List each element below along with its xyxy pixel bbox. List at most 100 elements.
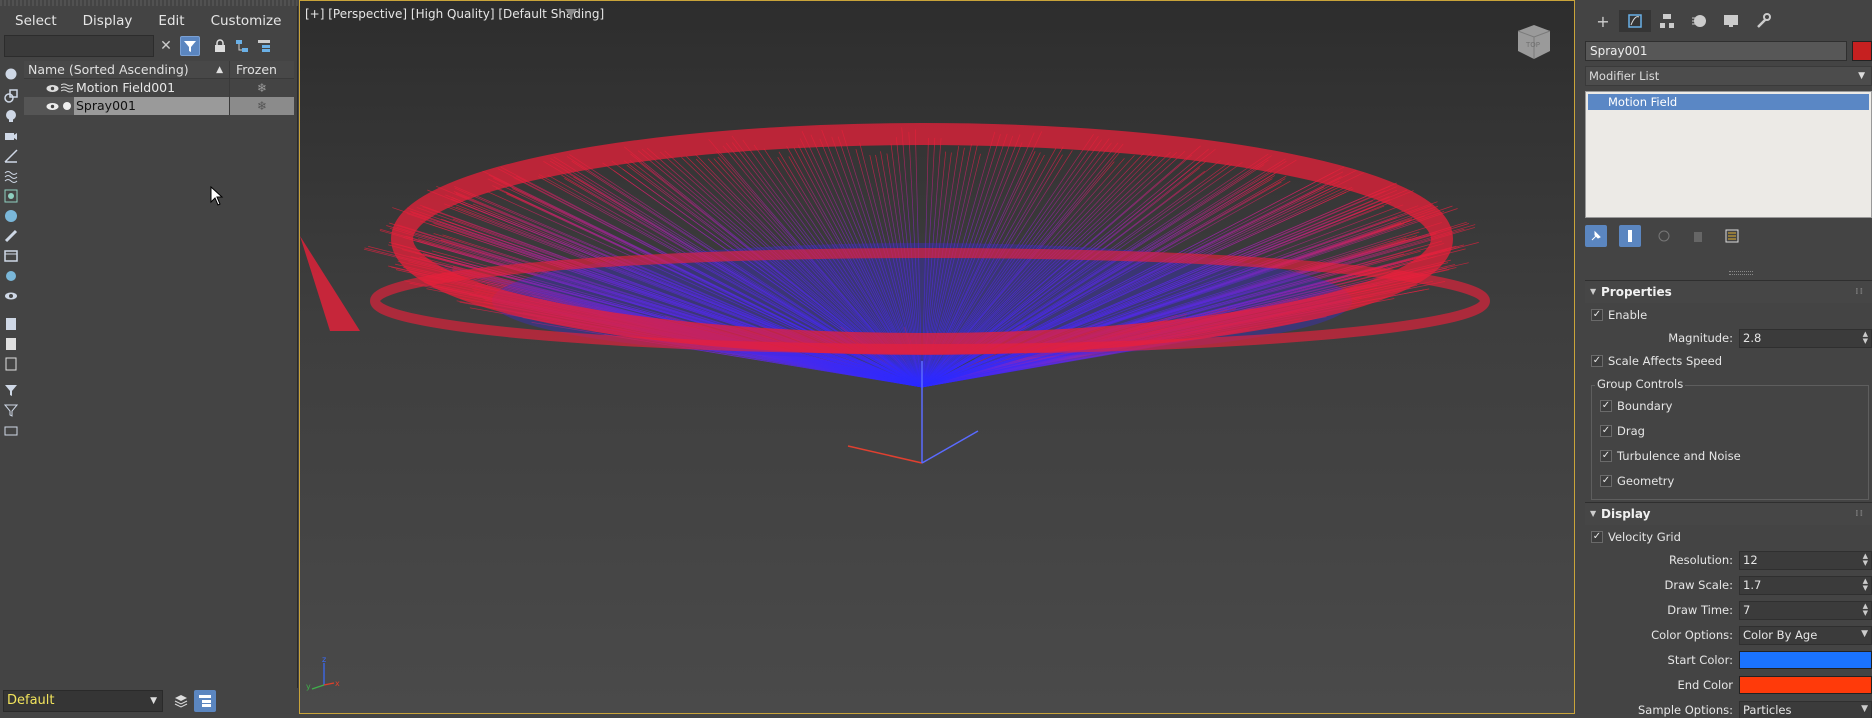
enable-checkbox[interactable]: ✓ Enable [1591,307,1647,323]
pin-stack-icon[interactable] [1585,225,1607,247]
hierarchy-mode-icon[interactable] [194,690,216,712]
svg-text:y: y [306,682,311,691]
utilities-tab-icon[interactable] [1747,10,1779,32]
scale-affects-speed-checkbox[interactable]: ✓ Scale Affects Speed [1591,353,1722,369]
make-unique-icon [1653,225,1675,247]
filter-icon[interactable] [180,36,200,56]
svg-text:z: z [322,655,326,664]
create-tab-icon[interactable]: + [1587,10,1619,32]
properties-rollout-header[interactable]: ▼ Properties ⁞⁞ [1585,281,1872,303]
particle-system-icon [60,97,74,115]
magnitude-field: Magnitude: 2.8 ▲ ▼ [1609,328,1872,348]
panel-grip[interactable] [0,0,298,6]
chevron-down-icon: ▼ [150,696,157,706]
scene-tree: Name (Sorted Ascending) ▲ Frozen Motion … [24,61,294,676]
frozen-toggle-icon[interactable]: ❄ [230,79,294,97]
object-color-swatch[interactable] [1852,41,1872,61]
groups-filter-icon[interactable] [3,188,19,204]
space-warps-filter-icon[interactable] [3,168,19,184]
modifier-stack: Motion Field [1585,91,1872,218]
frozen-column-header[interactable]: Frozen [230,61,294,78]
modifier-stack-item[interactable]: Motion Field [1588,94,1869,110]
visibility-eye-icon[interactable] [44,79,60,97]
scene-explorer: Select Display Edit Customize ✕ Name (So… [0,0,298,718]
select-all-icon[interactable] [3,336,19,352]
xrefs-filter-icon[interactable] [3,208,19,224]
invert-selection-icon[interactable] [3,356,19,372]
hidden-filter-icon[interactable] [3,288,19,304]
motion-tab-icon[interactable] [1683,10,1715,32]
rollout-separator[interactable] [1729,271,1753,275]
menu-edit[interactable]: Edit [143,10,195,32]
spray-particles [300,123,1490,464]
space-warp-icon [60,79,74,97]
display-rollout: ▼ Display ⁞⁞ ✓ Velocity Grid Resolution: … [1585,502,1872,718]
configure-modifier-sets-icon[interactable] [1721,225,1743,247]
drag-checkbox[interactable]: ✓ Drag [1600,423,1645,439]
geometry-filter-icon[interactable] [3,66,19,82]
group-controls: Group Controls ✓ Boundary ✓ Drag ✓ Turbulen… [1591,377,1869,500]
tree-row-label: Spray001 [74,97,230,115]
explorer-toolbar: ✕ [4,35,296,59]
display-list-icon[interactable] [3,316,19,332]
clear-search-icon[interactable]: ✕ [156,36,176,56]
display-tab-icon[interactable] [1715,10,1747,32]
turbulence-checkbox[interactable]: ✓ Turbulence and Noise [1600,448,1741,464]
modifier-list-dropdown[interactable]: Modifier List ▼ [1585,66,1872,86]
lights-filter-icon[interactable] [3,108,19,124]
filter-sidebar [0,60,22,490]
tree-header: Name (Sorted Ascending) ▲ Frozen [24,61,294,79]
menu-display[interactable]: Display [68,10,144,32]
chevron-down-icon: ▼ [1858,71,1865,81]
lock-icon[interactable] [210,36,230,56]
display-rollout-header[interactable]: ▼ Display ⁞⁞ [1585,503,1872,525]
visibility-eye-icon[interactable] [44,97,60,115]
mouse-cursor-icon [210,186,224,206]
draw-time-field: Draw Time: 7 ▲ ▼ [1609,600,1872,620]
helpers-filter-icon[interactable] [3,148,19,164]
tree-row-spray[interactable]: Spray001 ❄ [24,97,294,115]
sample-options-dropdown[interactable]: Particles ▼ [1739,700,1872,718]
layers-icon[interactable] [170,690,192,712]
start-color-swatch[interactable] [1739,651,1872,669]
camera-lens-icon[interactable] [3,422,19,438]
cameras-filter-icon[interactable] [3,128,19,144]
svg-text:x: x [335,679,340,688]
properties-rollout: ▼ Properties ⁞⁞ ✓ Enable Magnitude: 2.8 ▲ ▼… [1585,280,1872,500]
command-panel-tabs: + [1587,10,1779,32]
geometry-checkbox[interactable]: ✓ Geometry [1600,473,1674,489]
name-column-header[interactable]: Name (Sorted Ascending) ▲ [24,61,230,78]
remove-modifier-icon [1687,225,1709,247]
emitter-gizmo [921,430,979,464]
perspective-viewport[interactable]: [+] [Perspective] [High Quality] [Defaul… [299,0,1575,714]
filter-options-icon[interactable] [3,402,19,418]
boundary-checkbox[interactable]: ✓ Boundary [1600,398,1672,414]
resolution-spinner[interactable]: 12 ▲ ▼ [1739,550,1872,570]
color-options-dropdown[interactable]: Color By Age ▼ [1739,625,1872,645]
layer-dropdown[interactable]: Default ▼ [3,690,163,712]
filter-toggle-icon[interactable] [3,382,19,398]
show-end-result-icon[interactable] [1619,225,1641,247]
draw-time-spinner[interactable]: 7 ▲ ▼ [1739,600,1872,620]
menu-customize[interactable]: Customize [196,10,293,32]
stack-toolbar [1585,225,1755,247]
frozen-filter-icon[interactable] [3,268,19,284]
frozen-toggle-icon[interactable]: ❄ [230,97,294,115]
hierarchy-tab-icon[interactable] [1651,10,1683,32]
draw-scale-field: Draw Scale: 1.7 ▲ ▼ [1609,575,1872,595]
search-input[interactable] [4,35,154,57]
tree-row-motion-field[interactable]: Motion Field001 ❄ [24,79,294,97]
layer-hierarchy-icon[interactable] [254,36,274,56]
shapes-filter-icon[interactable] [3,88,19,104]
magnitude-spinner[interactable]: 2.8 ▲ ▼ [1739,328,1872,348]
hierarchy-icon[interactable] [232,36,252,56]
draw-scale-spinner[interactable]: 1.7 ▲ ▼ [1739,575,1872,595]
command-panel: + Spray001 Modifier List ▼ Motion Field [1579,0,1872,718]
object-name-field[interactable]: Spray001 [1585,41,1847,61]
end-color-swatch[interactable] [1739,676,1872,694]
velocity-grid-checkbox[interactable]: ✓ Velocity Grid [1591,529,1681,545]
modify-tab-icon[interactable] [1619,10,1651,32]
menu-select[interactable]: Select [0,10,68,32]
bones-filter-icon[interactable] [3,228,19,244]
containers-filter-icon[interactable] [3,248,19,264]
